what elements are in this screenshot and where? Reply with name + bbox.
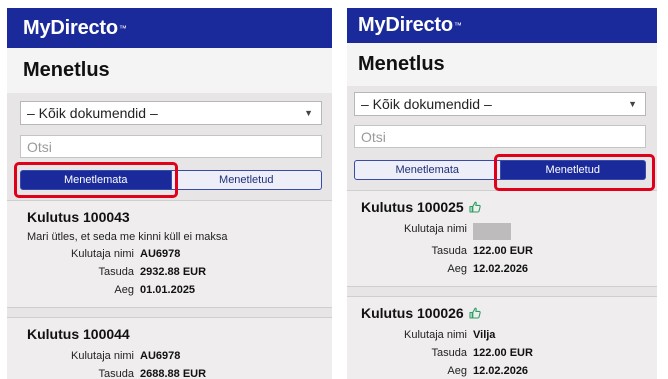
brand-header: MyDirecto ™ xyxy=(347,8,657,43)
expense-list: Kulutus 100025 Kulutaja nimi Tasuda 122.… xyxy=(347,190,657,379)
expense-title: Kulutus 100044 xyxy=(27,326,130,342)
field-value xyxy=(473,223,511,240)
highlight-menetlemata-tab xyxy=(14,162,178,198)
field-row: Aeg 12.02.2026 xyxy=(361,263,657,286)
field-label: Tasuda xyxy=(98,368,134,379)
document-filter-select[interactable]: – Kõik dokumendid – ▼ xyxy=(20,101,322,125)
field-row: Kulutaja nimi AU6978 xyxy=(27,350,332,363)
field-label: Tasuda xyxy=(431,347,467,359)
field-row: Aeg 01.01.2025 xyxy=(27,284,332,307)
expense-title: Kulutus 100043 xyxy=(27,209,130,225)
field-label: Kulutaja nimi xyxy=(71,248,134,260)
field-label: Aeg xyxy=(447,263,467,275)
field-label: Tasuda xyxy=(98,266,134,278)
field-value: 122.00 EUR xyxy=(473,347,533,359)
field-value: 2688.88 EUR xyxy=(140,368,207,379)
document-filter-value: – Kõik dokumendid – xyxy=(361,96,492,112)
field-label: Tasuda xyxy=(431,245,467,257)
field-row: Tasuda 122.00 EUR xyxy=(361,245,657,258)
field-row: Kulutaja nimi Vilja xyxy=(361,329,657,342)
field-value: AU6978 xyxy=(140,248,181,260)
field-label: Kulutaja nimi xyxy=(404,223,467,235)
field-value: 12.02.2026 xyxy=(473,263,529,275)
field-label: Kulutaja nimi xyxy=(71,350,134,362)
trademark-mark: ™ xyxy=(453,21,462,30)
search-placeholder: Otsi xyxy=(27,138,52,155)
field-value: Vilja xyxy=(473,329,496,341)
field-row: Kulutaja nimi AU6978 xyxy=(27,248,332,261)
tab-menetletud[interactable]: Menetletud xyxy=(171,170,322,190)
expense-title-text: Kulutus 100025 xyxy=(361,199,464,215)
field-value: 12.02.2026 xyxy=(473,365,529,377)
field-row: Aeg 12.02.2026 xyxy=(361,365,657,379)
page-title: Menetlus xyxy=(347,43,657,86)
field-row: Kulutaja nimi xyxy=(361,223,657,240)
search-input[interactable]: Otsi xyxy=(354,125,646,148)
expense-title: Kulutus 100025 xyxy=(361,191,657,215)
trademark-mark: ™ xyxy=(118,23,127,33)
field-label: Aeg xyxy=(447,365,467,377)
expense-title: Kulutus 100026 xyxy=(361,297,657,321)
thumbs-up-icon xyxy=(469,201,481,213)
tab-menetlemata[interactable]: Menetlemata xyxy=(354,160,501,180)
app-panel-right: MyDirecto ™ Menetlus – Kõik dokumendid – … xyxy=(347,8,657,379)
page-title: Menetlus xyxy=(7,48,332,93)
redacted-value xyxy=(473,223,511,240)
search-input[interactable]: Otsi xyxy=(20,135,322,158)
brand-logo: MyDirecto xyxy=(23,16,118,39)
document-filter-select[interactable]: – Kõik dokumendid – ▼ xyxy=(354,92,646,116)
field-row: Tasuda 2932.88 EUR xyxy=(27,266,332,279)
field-value: AU6978 xyxy=(140,350,181,362)
highlight-menetletud-tab xyxy=(494,154,655,191)
field-value: 01.01.2025 xyxy=(140,284,196,296)
thumbs-up-icon xyxy=(469,307,481,319)
expense-title-text: Kulutus 100026 xyxy=(361,305,464,321)
search-placeholder: Otsi xyxy=(361,128,386,145)
field-row: Tasuda 122.00 EUR xyxy=(361,347,657,360)
brand-header: MyDirecto ™ xyxy=(7,8,332,48)
field-row: Tasuda 2688.88 EUR xyxy=(27,368,332,379)
expense-list: Kulutus 100043 Mari ütles, et seda me ki… xyxy=(7,200,332,379)
chevron-down-icon: ▼ xyxy=(628,99,637,109)
expense-note: Mari ütles, et seda me kinni küll ei mak… xyxy=(27,231,228,243)
list-item[interactable]: Kulutus 100044 Kulutaja nimi AU6978 Tasu… xyxy=(7,317,332,379)
brand-logo: MyDirecto xyxy=(358,14,453,36)
document-filter-value: – Kõik dokumendid – xyxy=(27,105,158,121)
field-value: 122.00 EUR xyxy=(473,245,533,257)
field-label: Aeg xyxy=(114,284,134,296)
list-item[interactable]: Kulutus 100025 Kulutaja nimi Tasuda 122.… xyxy=(347,190,657,287)
list-item[interactable]: Kulutus 100043 Mari ütles, et seda me ki… xyxy=(7,200,332,308)
chevron-down-icon: ▼ xyxy=(304,108,313,118)
list-item[interactable]: Kulutus 100026 Kulutaja nimi Vilja Tasud… xyxy=(347,296,657,379)
field-value: 2932.88 EUR xyxy=(140,266,207,278)
field-label: Kulutaja nimi xyxy=(404,329,467,341)
